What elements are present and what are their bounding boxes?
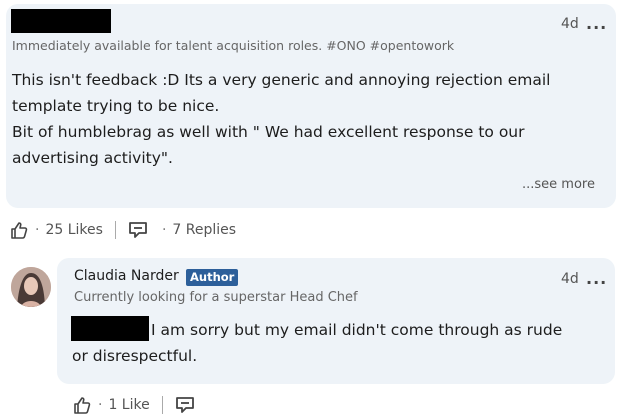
comment-line: This isn't feedback :D Its a very generi…: [12, 71, 551, 89]
separator-dot: ·: [161, 222, 167, 238]
comment-actions: · 25 Likes · 7 Replies: [9, 218, 236, 242]
reply-icon[interactable]: [128, 221, 148, 239]
author-headline: Currently looking for a superstar Head C…: [74, 290, 358, 305]
author-badge: Author: [186, 269, 239, 286]
reply-body-line: I am sorry but my email didn't come thro…: [151, 321, 563, 339]
comment-line: advertising activity".: [12, 149, 173, 167]
reply-timestamp: 4d: [561, 271, 579, 287]
divider: [114, 221, 116, 239]
separator-dot: ·: [98, 397, 103, 413]
comment-body: This isn't feedback :D Its a very generi…: [12, 67, 610, 171]
avatar[interactable]: [11, 267, 51, 307]
see-more-link[interactable]: ...see more: [522, 177, 595, 192]
redacted-commenter-name: [11, 9, 111, 33]
comment-line: template trying to be nice.: [12, 97, 220, 115]
replies-count[interactable]: 7 Replies: [172, 222, 236, 238]
thumbs-up-icon[interactable]: [9, 220, 29, 240]
thumbs-up-icon[interactable]: [72, 395, 92, 415]
reply-icon[interactable]: [175, 396, 195, 414]
comment-timestamp: 4d: [561, 16, 579, 32]
reply-actions: · 1 Like: [72, 393, 195, 417]
comment-line: Bit of humblebrag as well with " We had …: [12, 123, 525, 141]
likes-count[interactable]: 1 Like: [108, 397, 149, 413]
more-options-button[interactable]: ...: [586, 269, 607, 288]
more-options-button[interactable]: ...: [586, 14, 607, 33]
reply-body-line: or disrespectful.: [72, 347, 198, 365]
commenter-headline: Immediately available for talent acquisi…: [12, 38, 455, 53]
separator-dot: ·: [35, 222, 40, 238]
divider: [161, 396, 163, 414]
likes-count[interactable]: 25 Likes: [45, 222, 102, 238]
redacted-mention: [71, 316, 149, 341]
author-name[interactable]: Claudia Narder: [74, 268, 179, 284]
